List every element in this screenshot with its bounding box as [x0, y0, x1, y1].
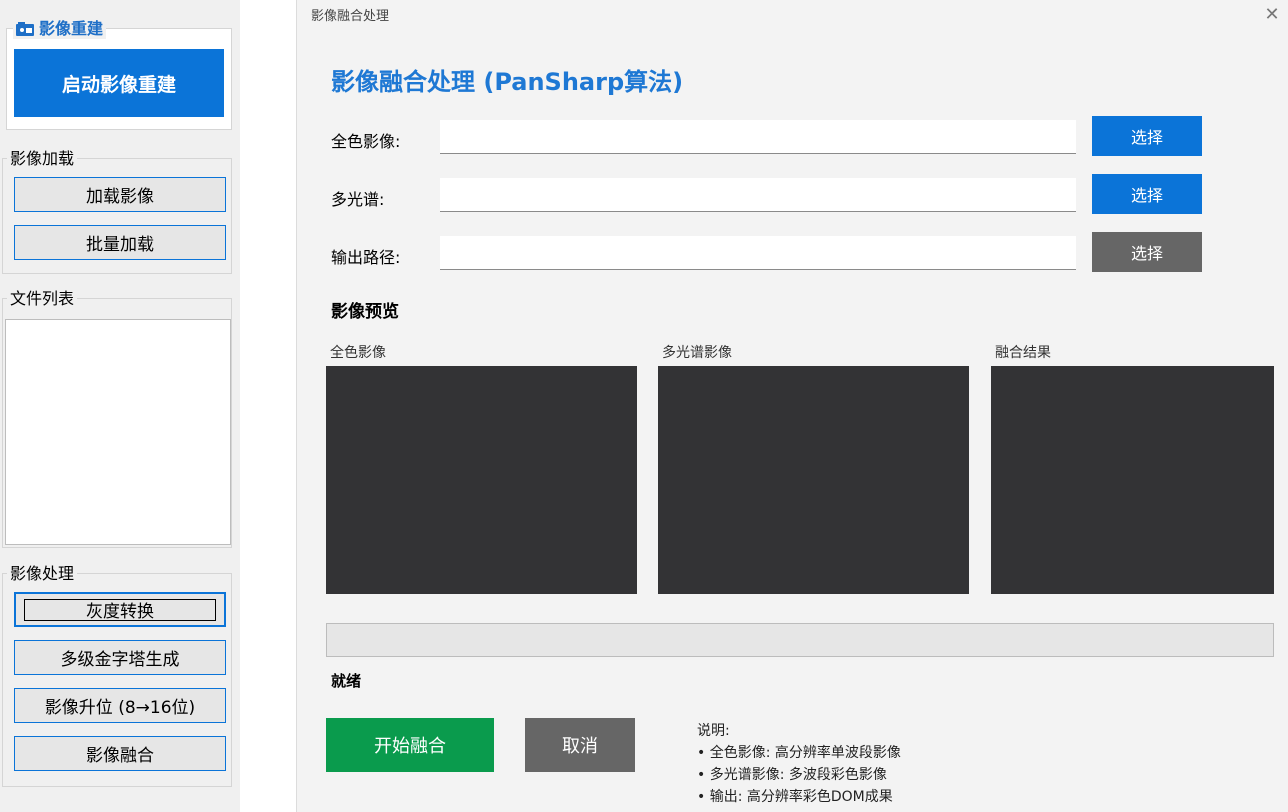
- notes: 说明: • 全色影像: 高分辨率单波段影像 • 多光谱影像: 多波段彩色影像 •…: [697, 720, 901, 808]
- fusion-dialog: 影像融合处理 ✕ 影像融合处理 (PanSharp算法) 全色影像: 选择 多光…: [296, 0, 1288, 812]
- output-path-select-button[interactable]: 选择: [1092, 232, 1202, 272]
- dialog-window-title: 影像融合处理: [311, 8, 390, 24]
- start-fusion-button[interactable]: 开始融合: [326, 718, 494, 772]
- pan-preview-label: 全色影像: [330, 345, 386, 361]
- close-icon[interactable]: ✕: [1255, 0, 1288, 28]
- batch-load-button[interactable]: 批量加载: [14, 225, 226, 260]
- fusion-result-canvas: [991, 366, 1274, 594]
- bit-depth-button[interactable]: 影像升位 (8→16位): [14, 688, 226, 723]
- pan-image-input[interactable]: [440, 120, 1076, 154]
- output-path-input[interactable]: [440, 236, 1076, 270]
- dialog-title-bar[interactable]: 影像融合处理 ✕: [297, 0, 1288, 28]
- fusion-result-label: 融合结果: [995, 345, 1051, 361]
- multispectral-preview-canvas: [658, 366, 969, 594]
- image-fusion-button[interactable]: 影像融合: [14, 736, 226, 771]
- multispectral-select-button[interactable]: 选择: [1092, 174, 1202, 214]
- processing-group: 影像处理 灰度转换 多级金字塔生成 影像升位 (8→16位) 影像融合: [2, 564, 232, 787]
- main-window-sidebar: 影像重建 启动影像重建 影像加载 加载影像 批量加载 文件列表 影像处理 灰度转…: [0, 0, 240, 812]
- preview-section-title: 影像预览: [331, 302, 399, 322]
- note-line: • 全色影像: 高分辨率单波段影像: [697, 745, 901, 761]
- multispectral-preview-label: 多光谱影像: [662, 345, 732, 361]
- pan-image-select-button[interactable]: 选择: [1092, 116, 1202, 156]
- pan-preview-canvas: [326, 366, 637, 594]
- notes-title: 说明:: [697, 723, 730, 739]
- load-group-title: 影像加载: [7, 149, 78, 169]
- dialog-heading: 影像融合处理 (PanSharp算法): [331, 68, 684, 96]
- grayscale-button[interactable]: 灰度转换: [14, 592, 226, 627]
- reconstruction-group-label: 影像重建: [39, 19, 104, 38]
- processing-group-title: 影像处理: [7, 564, 78, 584]
- load-group: 影像加载 加载影像 批量加载: [2, 149, 232, 274]
- note-line: • 多光谱影像: 多波段彩色影像: [697, 767, 887, 783]
- reconstruction-group-title: 影像重建: [13, 19, 107, 39]
- file-list-group-title: 文件列表: [7, 289, 78, 309]
- file-list-group: 文件列表: [2, 289, 232, 548]
- status-text: 就绪: [331, 672, 362, 690]
- pyramid-button[interactable]: 多级金字塔生成: [14, 640, 226, 675]
- pan-image-label: 全色影像:: [331, 132, 401, 151]
- image-folder-icon: [16, 22, 34, 36]
- file-list[interactable]: [5, 319, 231, 545]
- cancel-button[interactable]: 取消: [525, 718, 635, 772]
- output-path-label: 输出路径:: [331, 248, 401, 267]
- note-line: • 输出: 高分辨率彩色DOM成果: [697, 789, 893, 805]
- multispectral-input[interactable]: [440, 178, 1076, 212]
- multispectral-label: 多光谱:: [331, 190, 385, 209]
- reconstruction-group: 影像重建 启动影像重建: [6, 19, 232, 130]
- load-image-button[interactable]: 加载影像: [14, 177, 226, 212]
- progress-bar: [326, 623, 1274, 657]
- grayscale-button-label: 灰度转换: [24, 598, 216, 622]
- start-reconstruction-button[interactable]: 启动影像重建: [14, 49, 224, 117]
